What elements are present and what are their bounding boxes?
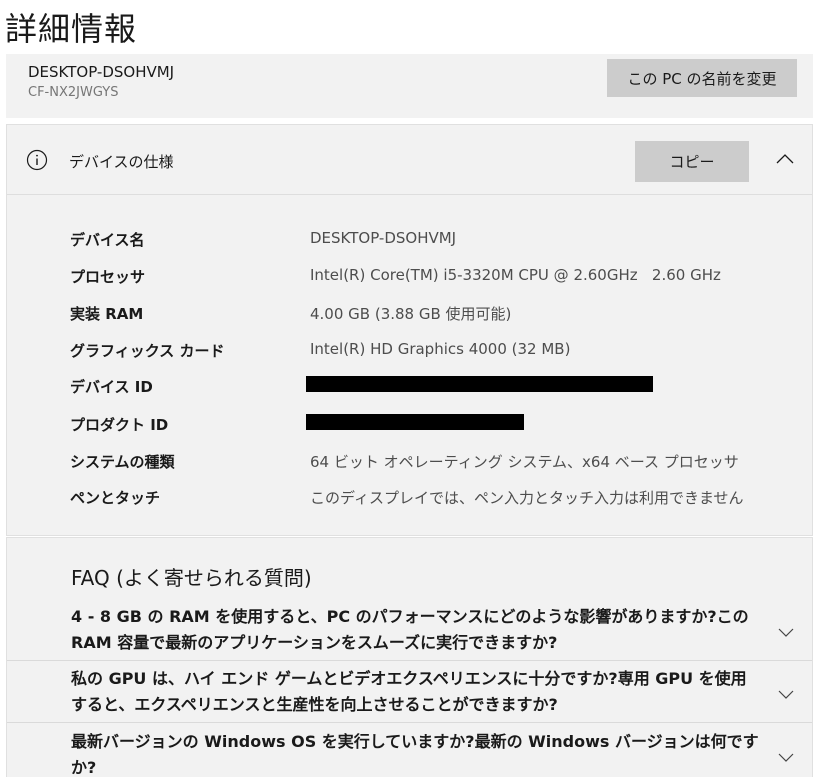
faq-question: 4 - 8 GB の RAM を使用すると、PC のパフォーマンスにどのような影… [71, 607, 749, 652]
redacted-value [306, 376, 653, 392]
faq-question: 私の GPU は、ハイ エンド ゲームとビデオエクスペリエンスに十分ですか?専用… [71, 669, 747, 714]
spec-label: プロセッサ [70, 268, 146, 286]
spec-label: ペンとタッチ [70, 489, 161, 507]
spec-value: 64 ビット オペレーティング システム、x64 ベース プロセッサ [310, 453, 739, 471]
spec-row: ペンとタッチ このディスプレイでは、ペン入力とタッチ入力は利用できません [7, 479, 812, 516]
copy-button[interactable]: コピー [635, 141, 749, 182]
faq-title: FAQ (よく寄せられる質問) [71, 566, 312, 590]
device-spec-title: デバイスの仕様 [69, 153, 174, 171]
chevron-down-icon[interactable] [777, 688, 795, 700]
faq-question: 最新バージョンの Windows OS を実行していますか?最新の Window… [71, 732, 759, 777]
chevron-down-icon[interactable] [777, 626, 795, 638]
faq-divider [7, 722, 812, 723]
pc-name-card: DESKTOP-DSOHVMJ CF-NX2JWGYS この PC の名前を変更 [6, 54, 813, 118]
device-spec-panel: デバイスの仕様 コピー デバイス名 DESKTOP-DSOHVMJ プロセッサ Int… [6, 124, 813, 536]
spec-value: このディスプレイでは、ペン入力とタッチ入力は利用できません [310, 489, 744, 507]
faq-divider [7, 660, 812, 661]
redacted-value [306, 414, 524, 430]
spec-value: Intel(R) HD Graphics 4000 (32 MB) [310, 340, 571, 358]
pc-model: CF-NX2JWGYS [28, 85, 119, 100]
spec-row: プロセッサ Intel(R) Core(TM) i5-3320M CPU @ 2.… [7, 258, 812, 295]
spec-row: デバイス ID [7, 368, 812, 405]
info-circle-icon [26, 149, 48, 171]
spec-row: デバイス名 DESKTOP-DSOHVMJ [7, 221, 812, 258]
spec-label: デバイス ID [70, 378, 153, 396]
spec-value: Intel(R) Core(TM) i5-3320M CPU @ 2.60GHz… [310, 266, 721, 284]
spec-label: デバイス名 [70, 231, 145, 249]
faq-item[interactable]: 最新バージョンの Windows OS を実行していますか?最新の Window… [7, 721, 812, 777]
pc-name: DESKTOP-DSOHVMJ [28, 63, 175, 81]
chevron-down-icon[interactable] [777, 751, 795, 763]
faq-panel: FAQ (よく寄せられる質問) 4 - 8 GB の RAM を使用すると、PC… [6, 537, 813, 777]
spec-value: DESKTOP-DSOHVMJ [310, 229, 457, 247]
page-title: 詳細情報 [5, 10, 138, 48]
spec-label: プロダクト ID [70, 416, 169, 434]
spec-row: グラフィックス カード Intel(R) HD Graphics 4000 (32… [7, 332, 812, 369]
faq-item[interactable]: 4 - 8 GB の RAM を使用すると、PC のパフォーマンスにどのような影… [7, 596, 812, 658]
spec-label: システムの種類 [70, 453, 175, 471]
device-spec-header[interactable]: デバイスの仕様 コピー [7, 125, 812, 195]
spec-label: 実装 RAM [70, 305, 144, 323]
spec-value: 4.00 GB (3.88 GB 使用可能) [310, 305, 512, 323]
spec-label: グラフィックス カード [70, 342, 225, 360]
rename-pc-button[interactable]: この PC の名前を変更 [607, 59, 797, 97]
chevron-up-icon[interactable] [774, 151, 796, 167]
spec-row: システムの種類 64 ビット オペレーティング システム、x64 ベース プロセッ… [7, 443, 812, 480]
spec-row: プロダクト ID [7, 406, 812, 443]
spec-row: 実装 RAM 4.00 GB (3.88 GB 使用可能) [7, 295, 812, 332]
faq-item[interactable]: 私の GPU は、ハイ エンド ゲームとビデオエクスペリエンスに十分ですか?専用… [7, 658, 812, 720]
